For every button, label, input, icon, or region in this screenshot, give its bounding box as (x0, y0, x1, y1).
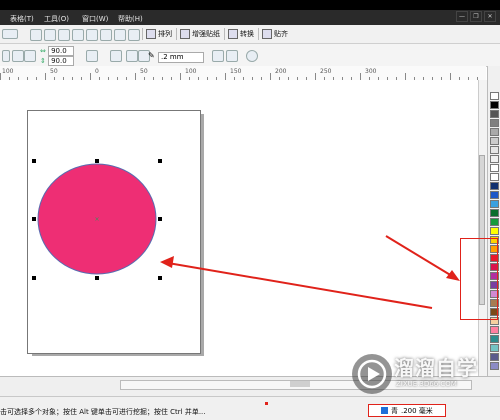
selection-handle[interactable] (95, 159, 99, 163)
selection-handle[interactable] (32, 276, 36, 280)
palette-swatch[interactable] (490, 128, 499, 136)
status-hint-text: 击可选择多个对象；按住 Alt 键单击可进行挖掘；按住 Ctrl 并单... (0, 408, 206, 416)
selection-handle[interactable] (158, 159, 162, 163)
palette-swatch[interactable] (490, 173, 499, 181)
horizontal-scroll-thumb[interactable] (290, 381, 310, 387)
fill-status[interactable]: 青 .200 毫米 (368, 404, 446, 417)
selection-handle[interactable] (158, 276, 162, 280)
palette-swatch[interactable] (490, 209, 499, 217)
selection-handle[interactable] (32, 159, 36, 163)
palette-swatch[interactable] (490, 119, 499, 127)
palette-swatch[interactable] (490, 335, 499, 343)
palette-swatch[interactable] (490, 218, 499, 226)
outline-width-status: .200 毫米 (401, 406, 433, 415)
watermark: 溜溜自学 ZIXUE.3D66.COM (352, 350, 492, 400)
palette-swatch[interactable] (490, 200, 499, 208)
selection-handle[interactable] (32, 217, 36, 221)
palette-highlight-box (460, 238, 498, 320)
palette-swatch[interactable] (490, 227, 499, 235)
palette-swatch[interactable] (490, 164, 499, 172)
watermark-subtitle: ZIXUE.3D66.COM (396, 380, 457, 388)
palette-swatch[interactable] (490, 182, 499, 190)
play-logo-icon (352, 354, 392, 394)
color-palette (487, 66, 500, 386)
annotation-arrow-to-shape (160, 256, 433, 309)
indicator-dot (265, 402, 268, 405)
palette-swatch[interactable] (490, 137, 499, 145)
palette-swatch[interactable] (490, 110, 499, 118)
fill-label: 青 (391, 406, 398, 415)
palette-swatch[interactable] (490, 146, 499, 154)
palette-swatch[interactable] (490, 191, 499, 199)
palette-swatch[interactable] (490, 326, 499, 334)
watermark-title: 溜溜自学 (394, 356, 478, 380)
selection-handle[interactable] (95, 276, 99, 280)
palette-swatch[interactable] (490, 101, 499, 109)
annotation-arrow-to-palette (385, 235, 460, 281)
selection-handle[interactable] (158, 217, 162, 221)
fill-color-swatch (381, 407, 388, 414)
center-mark-icon: × (94, 216, 99, 223)
canvas-overlay: × (37, 163, 460, 309)
palette-swatch[interactable] (490, 155, 499, 163)
palette-swatch[interactable] (490, 92, 499, 100)
